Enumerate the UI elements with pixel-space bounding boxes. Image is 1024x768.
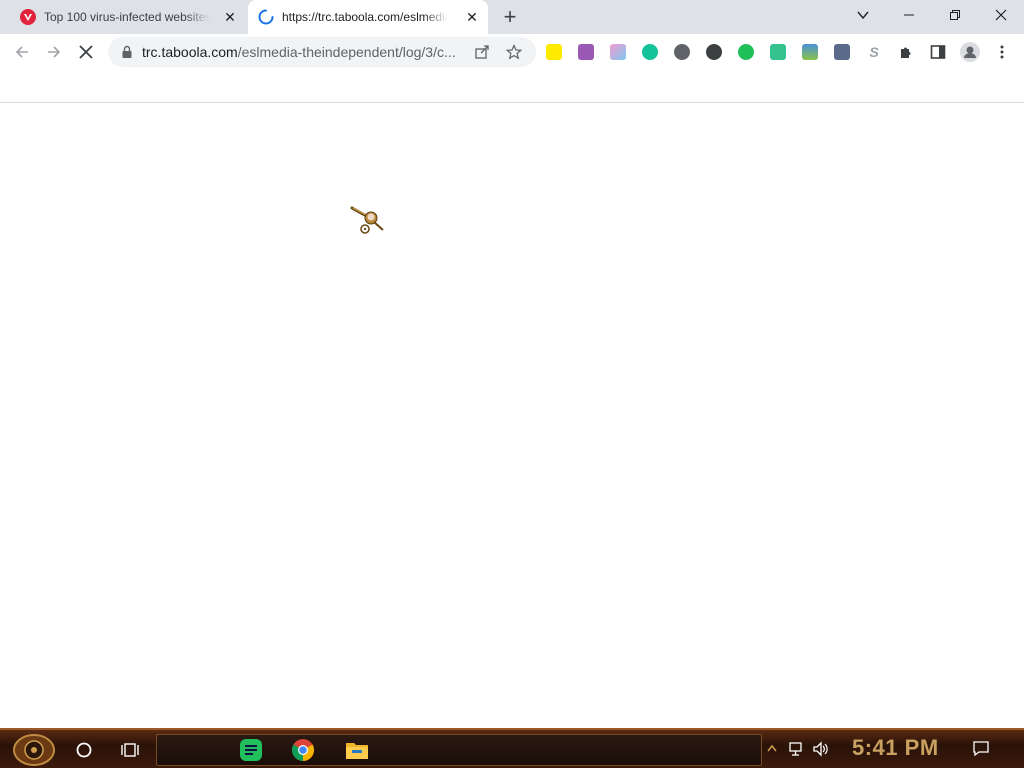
new-tab-button[interactable]: +: [498, 4, 522, 29]
url-path: /eslmedia-theindependent/log/3/c...: [237, 44, 456, 60]
notes-app-icon[interactable]: [238, 737, 264, 763]
green-square-ext-icon[interactable]: [770, 44, 786, 60]
back-button[interactable]: [8, 38, 36, 66]
share-icon: [475, 45, 489, 59]
menu-button[interactable]: [994, 44, 1010, 60]
side-panel-button[interactable]: [930, 44, 946, 60]
puzzle-ext-icon[interactable]: [610, 44, 626, 60]
network-icon: [789, 742, 802, 756]
close-icon: [995, 9, 1007, 21]
address-bar[interactable]: trc.taboola.com/eslmedia-theindependent/…: [108, 37, 536, 67]
volume-icon: [813, 741, 828, 757]
show-hidden-icons-button[interactable]: [766, 740, 778, 763]
tab-strip: Top 100 virus-infected websites in ✕ htt…: [0, 0, 1024, 34]
notifications-button[interactable]: [972, 740, 990, 763]
tab-search-button[interactable]: [840, 0, 886, 30]
close-tab-icon[interactable]: ✕: [222, 9, 238, 25]
stop-loading-button[interactable]: [72, 38, 100, 66]
profile-button[interactable]: [960, 42, 980, 62]
cortana-icon: [76, 742, 92, 758]
tab-taboola[interactable]: https://trc.taboola.com/eslmedia ✕: [248, 0, 488, 34]
close-window-button[interactable]: [978, 0, 1024, 30]
tab-virus-websites[interactable]: Top 100 virus-infected websites in ✕: [8, 0, 246, 34]
extensions-button[interactable]: [898, 44, 914, 60]
chevron-up-icon: [767, 744, 777, 752]
puzzle-icon: [901, 47, 911, 58]
s-ext-icon[interactable]: S: [866, 44, 882, 60]
star-icon: [506, 44, 522, 60]
menu-icon: [1000, 45, 1004, 59]
arrow-right-icon: [48, 46, 61, 58]
steampunk-cursor-icon: [350, 206, 384, 234]
purple-ext-icon[interactable]: [578, 44, 594, 60]
page-divider: [0, 102, 1024, 103]
shield-icon: [20, 9, 36, 25]
profile-icon: [964, 46, 976, 58]
meet-ext-icon[interactable]: [738, 44, 754, 60]
volume-button[interactable]: [812, 740, 830, 763]
restore-icon: [950, 10, 960, 20]
grammarly-icon[interactable]: [642, 44, 658, 60]
close-tab-icon[interactable]: ✕: [464, 9, 480, 25]
chevron-down-icon: [857, 11, 869, 20]
forward-button[interactable]: [40, 38, 68, 66]
chat-ext-icon[interactable]: [706, 44, 722, 60]
web-page-content: [0, 70, 1024, 728]
task-view-button[interactable]: [116, 736, 144, 764]
chrome-icon[interactable]: [290, 737, 316, 763]
image-ext-icon[interactable]: [802, 44, 818, 60]
file-explorer-icon[interactable]: [344, 737, 370, 763]
cortana-button[interactable]: [70, 736, 98, 764]
task-view-icon: [121, 743, 139, 757]
bookmark-button[interactable]: [504, 42, 524, 62]
url-host: trc.taboola.com: [142, 44, 238, 60]
share-button[interactable]: [472, 42, 492, 62]
tab-title: https://trc.taboola.com/eslmedia: [282, 10, 448, 24]
restore-button[interactable]: [932, 0, 978, 30]
tab-title: Top 100 virus-infected websites in: [44, 10, 210, 24]
minimize-button[interactable]: [886, 0, 932, 30]
loading-spinner-icon: [258, 9, 274, 25]
arrow-left-icon: [15, 46, 28, 58]
notifications-icon: [973, 741, 989, 757]
network-button[interactable]: [788, 740, 806, 763]
side-panel-icon: [930, 45, 946, 59]
filter-ext-icon[interactable]: [834, 44, 850, 60]
start-button[interactable]: [12, 733, 56, 767]
minimize-icon: [904, 14, 914, 16]
taskbar-clock[interactable]: 5:41 PM: [852, 735, 939, 761]
yellow-ext-icon[interactable]: [546, 44, 562, 60]
url-text: trc.taboola.com/eslmedia-theindependent/…: [142, 44, 456, 60]
lock-icon: [122, 45, 132, 58]
stop-icon: [79, 45, 93, 59]
circle-ext-icon[interactable]: [674, 44, 690, 60]
